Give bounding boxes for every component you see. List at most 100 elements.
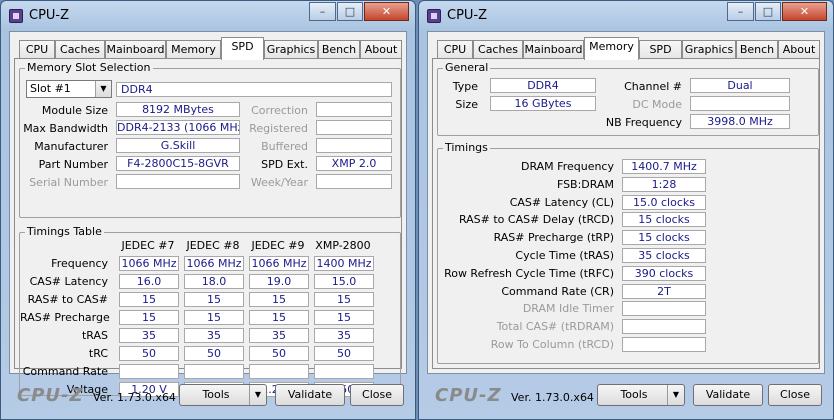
memory-timing-label: CAS# Latency (CL) <box>509 195 614 209</box>
timing-cell: 15 <box>314 310 374 325</box>
slot-select-value: Slot #1 <box>30 82 71 95</box>
buffered-label: Buffered <box>261 140 308 153</box>
correction-value <box>316 102 392 117</box>
cpuz-app-icon <box>427 9 441 23</box>
tab-mainboard[interactable]: Mainboard <box>105 40 166 59</box>
close-button[interactable]: Close <box>350 384 404 406</box>
tab-bench[interactable]: Bench <box>318 40 360 59</box>
tools-button-label: Tools <box>202 388 230 401</box>
memory-timing-label: DRAM Frequency <box>520 160 614 173</box>
tab-memory[interactable]: Memory <box>166 40 221 59</box>
timing-cell: 1066 MHz <box>249 256 309 271</box>
slot-select[interactable]: Slot #1 ▼ <box>26 80 112 98</box>
type-label: Type <box>452 80 478 93</box>
tools-button[interactable]: Tools ▼ <box>179 384 267 406</box>
timing-row-label: CAS# Latency <box>29 275 108 288</box>
close-button[interactable]: Close <box>768 384 822 406</box>
validate-button[interactable]: Validate <box>693 384 763 406</box>
timing-cell: 15 <box>119 310 179 325</box>
validate-button[interactable]: Validate <box>275 384 345 406</box>
column-header: JEDEC #9 <box>251 239 305 252</box>
chevron-down-icon[interactable]: ▼ <box>95 81 111 97</box>
timing-cell: 35 <box>249 328 309 343</box>
tab-about[interactable]: About <box>778 40 820 59</box>
type-value: DDR4 <box>490 78 596 93</box>
part-number-value: F4-2800C15-8GVR <box>116 156 240 171</box>
tab-about[interactable]: About <box>360 40 402 59</box>
memory-timing-value: 35 clocks <box>622 248 706 263</box>
timing-cell: 35 <box>314 328 374 343</box>
tab-graphics[interactable]: Graphics <box>264 40 318 59</box>
timing-cell: 50 <box>249 346 309 361</box>
close-window-button[interactable]: ✕ <box>364 2 409 21</box>
title-bar[interactable]: CPU-Z – □ ✕ <box>1 1 415 31</box>
memory-timing-label: DRAM Idle Timer <box>522 302 614 316</box>
group-title: Timings <box>443 141 490 154</box>
tab-bench[interactable]: Bench <box>736 40 778 59</box>
memory-timing-value: 390 clocks <box>622 265 706 281</box>
tab-mainboard[interactable]: Mainboard <box>523 40 584 59</box>
footer-bar: CPU-Z Ver. 1.73.0.x64 Tools ▼ Validate C… <box>9 379 407 411</box>
group-title: Memory Slot Selection <box>25 61 153 74</box>
size-label: Size <box>455 98 478 111</box>
timing-cell: 16.0 <box>119 274 179 289</box>
timing-cell: 19.0 <box>249 274 309 289</box>
chevron-down-icon[interactable]: ▼ <box>249 385 266 405</box>
timing-cell: 50 <box>184 346 244 361</box>
timing-row-label: Command Rate <box>22 365 108 378</box>
timing-row-label: tRAS <box>81 329 108 342</box>
memory-timing-value: 15 clocks <box>622 212 706 228</box>
window-title: CPU-Z <box>29 8 70 23</box>
part-number-label: Part Number <box>38 158 108 171</box>
channel-label: Channel # <box>624 80 682 93</box>
minimize-button[interactable]: – <box>727 2 754 21</box>
timing-row-label: RAS# to CAS# <box>27 293 108 306</box>
tools-button[interactable]: Tools ▼ <box>597 384 685 406</box>
tab-memory[interactable]: Memory <box>584 37 639 60</box>
memory-timing-label: Cycle Time (tRAS) <box>515 249 614 262</box>
memory-timing-value: 1400.7 MHz <box>622 159 706 174</box>
memory-timing-label: Total CAS# (tRDRAM) <box>496 320 614 334</box>
maximize-button[interactable]: □ <box>337 2 363 21</box>
maximize-button[interactable]: □ <box>755 2 781 21</box>
column-header: XMP-2800 <box>315 239 371 252</box>
timing-cell: 18.0 <box>184 274 244 289</box>
memory-timing-value <box>622 301 706 317</box>
tab-cpu[interactable]: CPU <box>19 40 55 59</box>
cpuz-window-spd: CPU-Z – □ ✕ CPU Caches Mainboard Memory … <box>0 0 416 420</box>
tab-caches[interactable]: Caches <box>473 40 523 59</box>
timing-cell <box>249 364 309 379</box>
max-bandwidth-label: Max Bandwidth <box>23 122 108 135</box>
tab-caches[interactable]: Caches <box>55 40 105 59</box>
dc-mode-value <box>690 96 790 111</box>
timings-group: Timings DRAM Frequency 1400.7 MHz FSB:DRAM… <box>437 141 819 364</box>
minimize-button[interactable]: – <box>309 2 336 21</box>
timing-cell: 15.0 <box>314 274 374 289</box>
manufacturer-value: G.Skill <box>116 138 240 153</box>
chevron-down-icon[interactable]: ▼ <box>667 385 684 405</box>
timing-cell: 15 <box>184 310 244 325</box>
timing-cell: 15 <box>184 292 244 307</box>
tools-button-label: Tools <box>620 388 648 401</box>
memory-timing-value: 1:28 <box>622 176 706 192</box>
title-bar[interactable]: CPU-Z – □ ✕ <box>419 1 833 31</box>
timing-cell: 1066 MHz <box>119 256 179 271</box>
tab-cpu[interactable]: CPU <box>437 40 473 59</box>
timing-cell: 1066 MHz <box>184 256 244 271</box>
footer-bar: CPU-Z Ver. 1.73.0.x64 Tools ▼ Validate C… <box>427 379 825 411</box>
timing-cell: 15 <box>249 310 309 325</box>
tab-graphics[interactable]: Graphics <box>682 40 736 59</box>
window-title: CPU-Z <box>447 8 488 23</box>
nb-frequency-value: 3998.0 MHz <box>690 114 790 129</box>
timing-row-label: RAS# Precharge <box>20 311 110 324</box>
memory-timing-label: Row Refresh Cycle Time (tRFC) <box>444 266 614 280</box>
manufacturer-label: Manufacturer <box>34 140 108 153</box>
nb-frequency-label: NB Frequency <box>605 116 682 129</box>
tab-spd[interactable]: SPD <box>639 40 682 59</box>
week-year-value <box>316 174 392 189</box>
memory-timing-value <box>622 319 706 335</box>
close-window-button[interactable]: ✕ <box>782 2 827 21</box>
serial-number-label: Serial Number <box>29 176 108 189</box>
timing-cell: 15 <box>314 292 374 307</box>
tab-spd[interactable]: SPD <box>221 37 264 60</box>
